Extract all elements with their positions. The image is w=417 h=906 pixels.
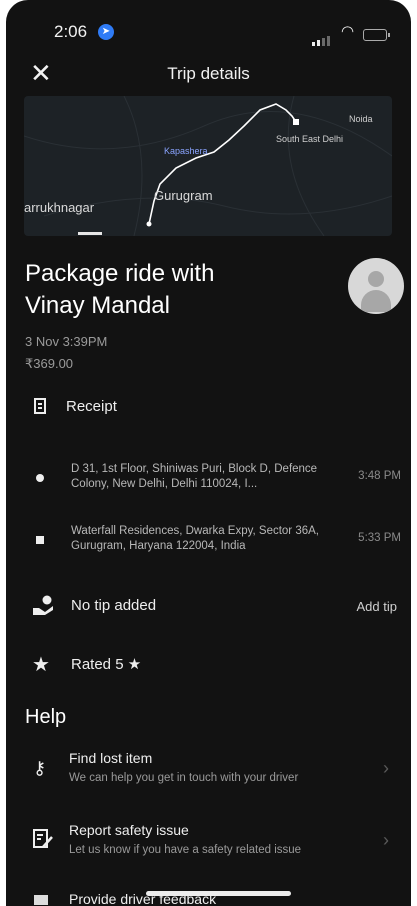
- map-label-farrukhnagar: arrukhnagar: [24, 200, 95, 215]
- feedback-icon: [34, 895, 48, 905]
- help-heading: Help: [25, 706, 67, 728]
- receipt-label: Receipt: [66, 398, 117, 415]
- avatar-body: [361, 290, 391, 312]
- trip-date: 3 Nov 3:39PM: [25, 334, 108, 349]
- pickup-dot-icon: [36, 474, 44, 482]
- map-label-south-east-delhi: South East Delhi: [276, 134, 344, 144]
- map-canvas: [24, 96, 392, 236]
- trip-heading-line2: Vinay Mandal: [25, 292, 170, 319]
- add-tip-button[interactable]: Add tip: [357, 599, 397, 614]
- top-bar: ✕ Trip details: [6, 56, 411, 92]
- rating-row: ★ Rated 5 ★: [6, 652, 411, 680]
- map-label-gurugram: Gurugram: [154, 188, 213, 203]
- tip-hand-icon: [33, 595, 53, 615]
- chevron-right-icon: ›: [383, 830, 389, 850]
- find-lost-item-title: Find lost item: [69, 750, 153, 766]
- wifi-icon: ◠: [341, 23, 355, 40]
- tip-row: No tip added Add tip: [6, 594, 411, 622]
- report-safety-issue-title: Report safety issue: [69, 822, 189, 838]
- location-arrow-icon: ➤: [98, 24, 114, 40]
- trip-route-map[interactable]: Noida South East Delhi Kapashera Gurugra…: [24, 96, 392, 236]
- trip-heading: Package ride with Vinay Mandal: [25, 258, 214, 322]
- receipt-icon: [34, 398, 46, 414]
- rating-label: Rated 5 ★: [71, 656, 142, 673]
- tip-label: No tip added: [71, 597, 157, 614]
- map-label-noida: Noida: [349, 114, 373, 124]
- battery-icon: [363, 29, 390, 41]
- avatar-head: [368, 271, 384, 287]
- pickup-marker: [146, 221, 152, 227]
- pickup-address: D 31, 1st Floor, Shiniwas Puri, Block D,…: [71, 463, 318, 490]
- chevron-right-icon: ›: [383, 758, 389, 778]
- driver-avatar: [348, 258, 404, 314]
- trip-fare: ₹369.00: [25, 356, 74, 371]
- status-time: 2:06: [54, 22, 88, 41]
- page-title: Trip details: [167, 64, 250, 83]
- pickup-time: 3:48 PM: [358, 470, 401, 482]
- status-bar: 2:06 ➤ ◠: [6, 0, 411, 46]
- map-page-indicator: [78, 232, 102, 235]
- rating-star-icon: ★: [32, 654, 50, 676]
- dropoff-time: 5:33 PM: [358, 532, 401, 544]
- map-label-kapashera: Kapashera: [164, 146, 208, 156]
- dropoff-address: Waterfall Residences, Dwarka Expy, Secto…: [71, 525, 319, 552]
- dropoff-marker: [293, 119, 299, 125]
- key-icon: ⚷: [33, 758, 47, 778]
- report-pencil-icon: [33, 829, 53, 848]
- cellular-signal-icon: [312, 28, 332, 46]
- trip-details-screen: 2:06 ➤ ◠ ✕ Trip details Noida South East…: [6, 0, 411, 906]
- dropoff-square-icon: [36, 536, 44, 544]
- report-safety-issue-row[interactable]: Report safety issue Let us know if you h…: [6, 820, 411, 870]
- trip-heading-line1: Package ride with: [25, 260, 215, 287]
- home-indicator: [146, 891, 291, 896]
- report-safety-issue-subtitle: Let us know if you have a safety related…: [69, 844, 302, 856]
- find-lost-item-row[interactable]: ⚷ Find lost item We can help you get in …: [6, 748, 411, 798]
- find-lost-item-subtitle: We can help you get in touch with your d…: [69, 772, 299, 784]
